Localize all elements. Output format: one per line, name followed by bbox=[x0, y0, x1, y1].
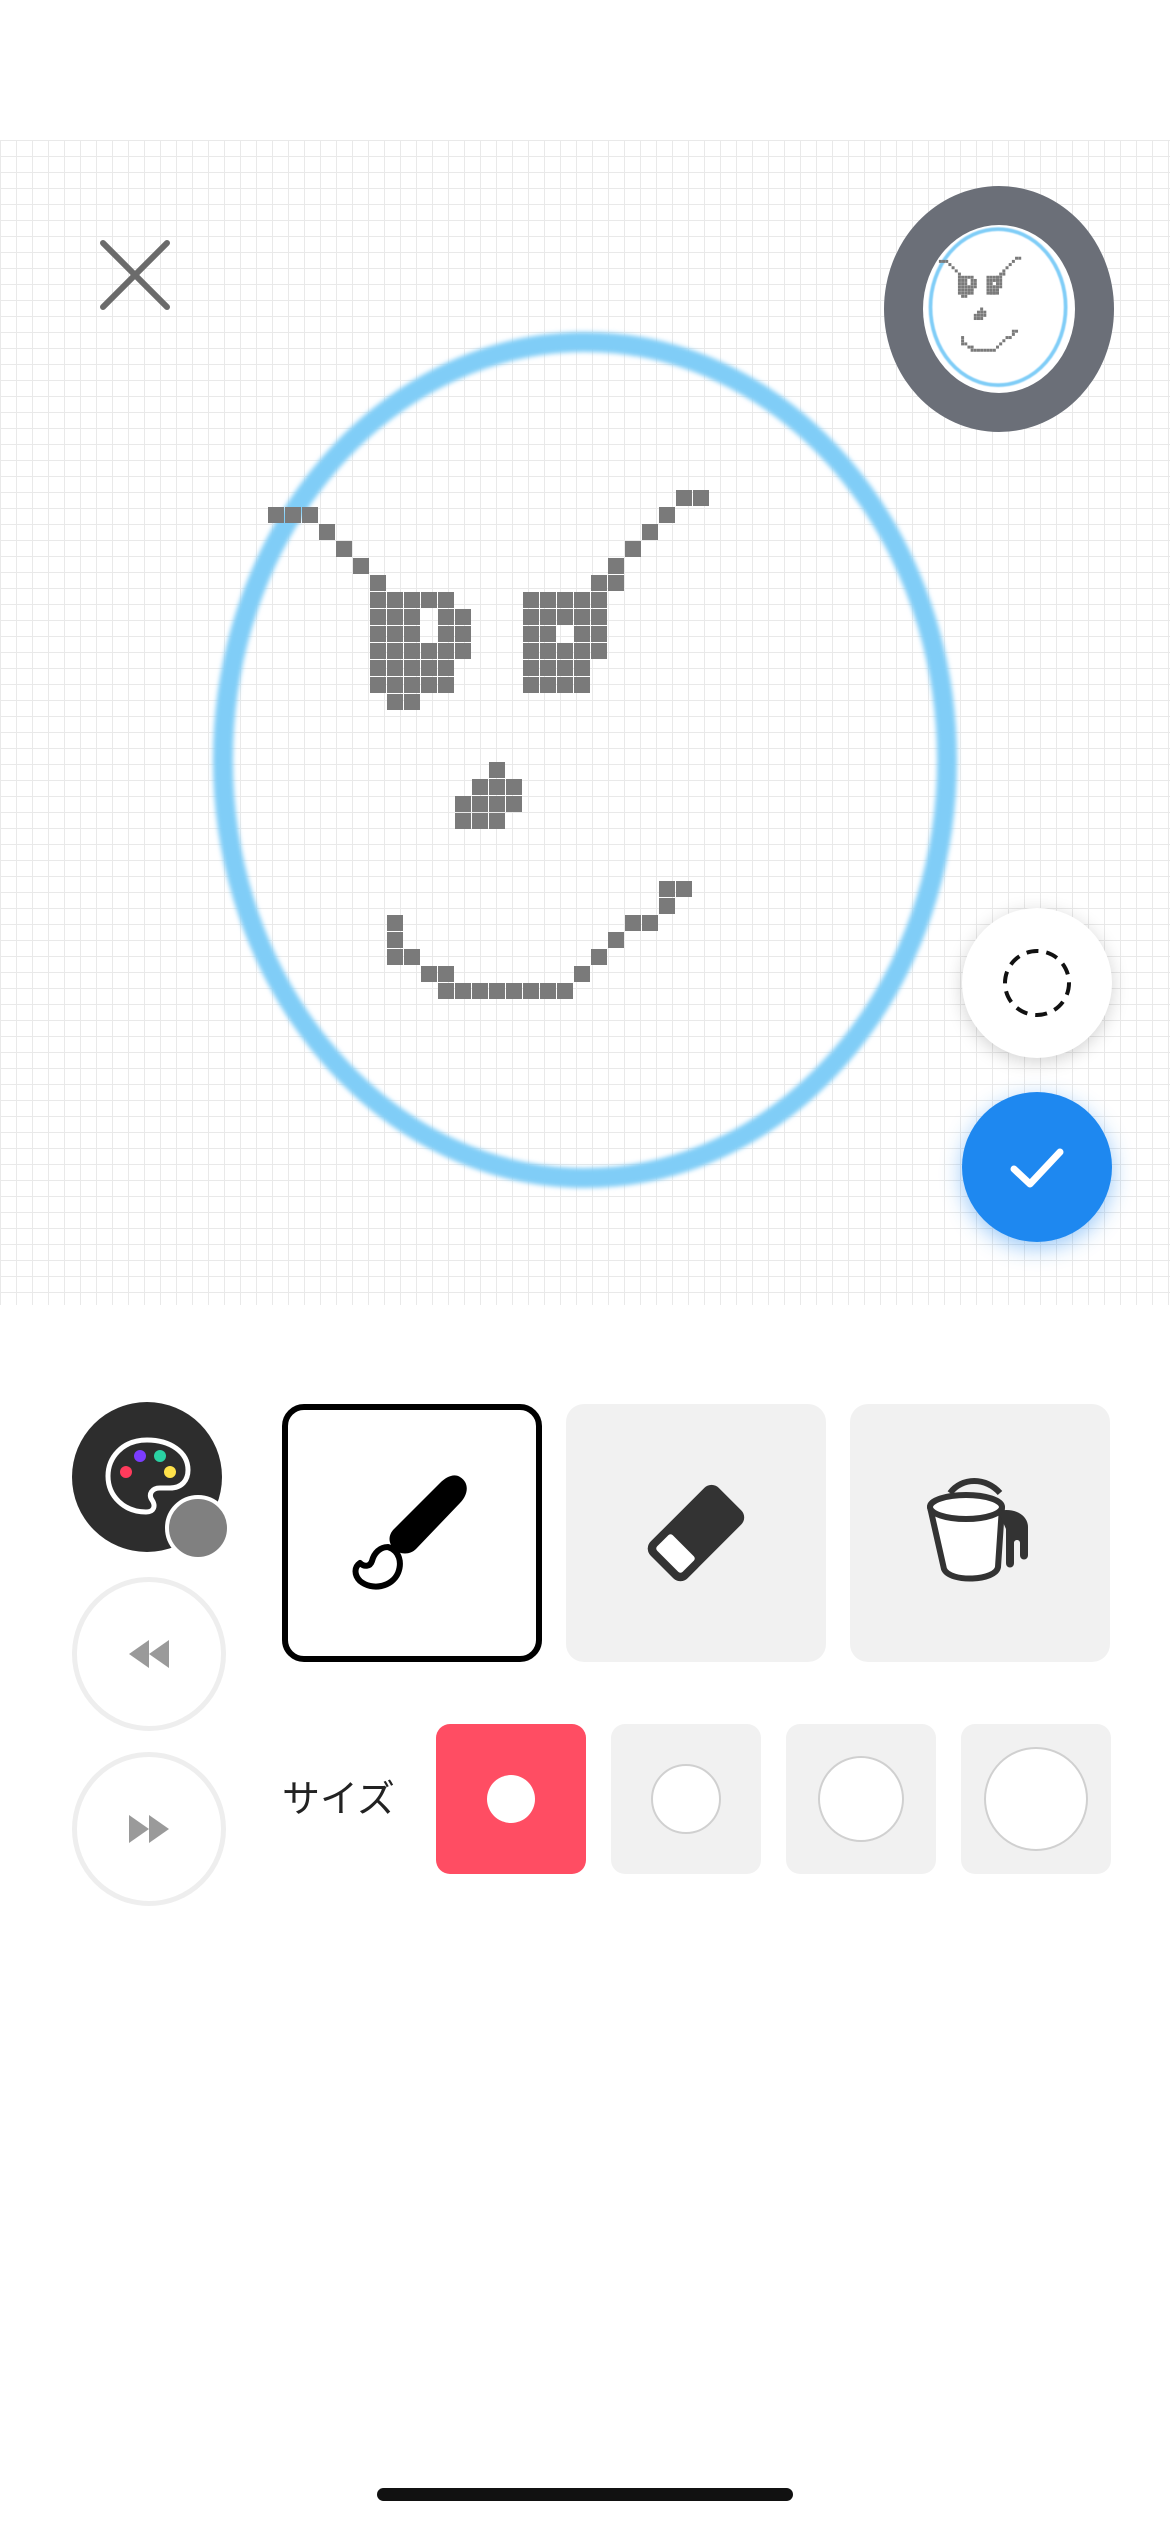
tool-brush-button[interactable] bbox=[282, 1404, 542, 1662]
size-dot bbox=[651, 1764, 721, 1834]
redo-button[interactable] bbox=[72, 1752, 226, 1906]
eraser-icon bbox=[647, 1484, 745, 1582]
size-dot bbox=[984, 1747, 1088, 1851]
size-option-1[interactable] bbox=[436, 1724, 586, 1874]
close-button[interactable] bbox=[90, 230, 180, 320]
fast-forward-icon bbox=[129, 1815, 169, 1843]
size-option-4[interactable] bbox=[961, 1724, 1111, 1874]
current-color-swatch bbox=[165, 1495, 231, 1561]
tool-eraser-button[interactable] bbox=[566, 1404, 826, 1662]
size-option-3[interactable] bbox=[786, 1724, 936, 1874]
home-indicator bbox=[377, 2488, 793, 2501]
undo-button[interactable] bbox=[72, 1577, 226, 1731]
lasso-select-button[interactable] bbox=[962, 908, 1112, 1058]
drawing-artwork bbox=[200, 320, 980, 1220]
tool-fill-button[interactable] bbox=[850, 1404, 1110, 1662]
dashed-circle-icon bbox=[1003, 949, 1071, 1017]
checkmark-icon bbox=[1010, 1148, 1064, 1188]
size-option-2[interactable] bbox=[611, 1724, 761, 1874]
rewind-icon bbox=[129, 1640, 169, 1668]
paint-bucket-icon bbox=[927, 1478, 1028, 1582]
size-label: サイズ bbox=[282, 1779, 395, 1821]
size-dot bbox=[818, 1756, 904, 1842]
confirm-button[interactable] bbox=[962, 1092, 1112, 1242]
brush-icon bbox=[352, 1475, 467, 1590]
size-dot bbox=[487, 1775, 535, 1823]
close-icon bbox=[100, 240, 170, 310]
